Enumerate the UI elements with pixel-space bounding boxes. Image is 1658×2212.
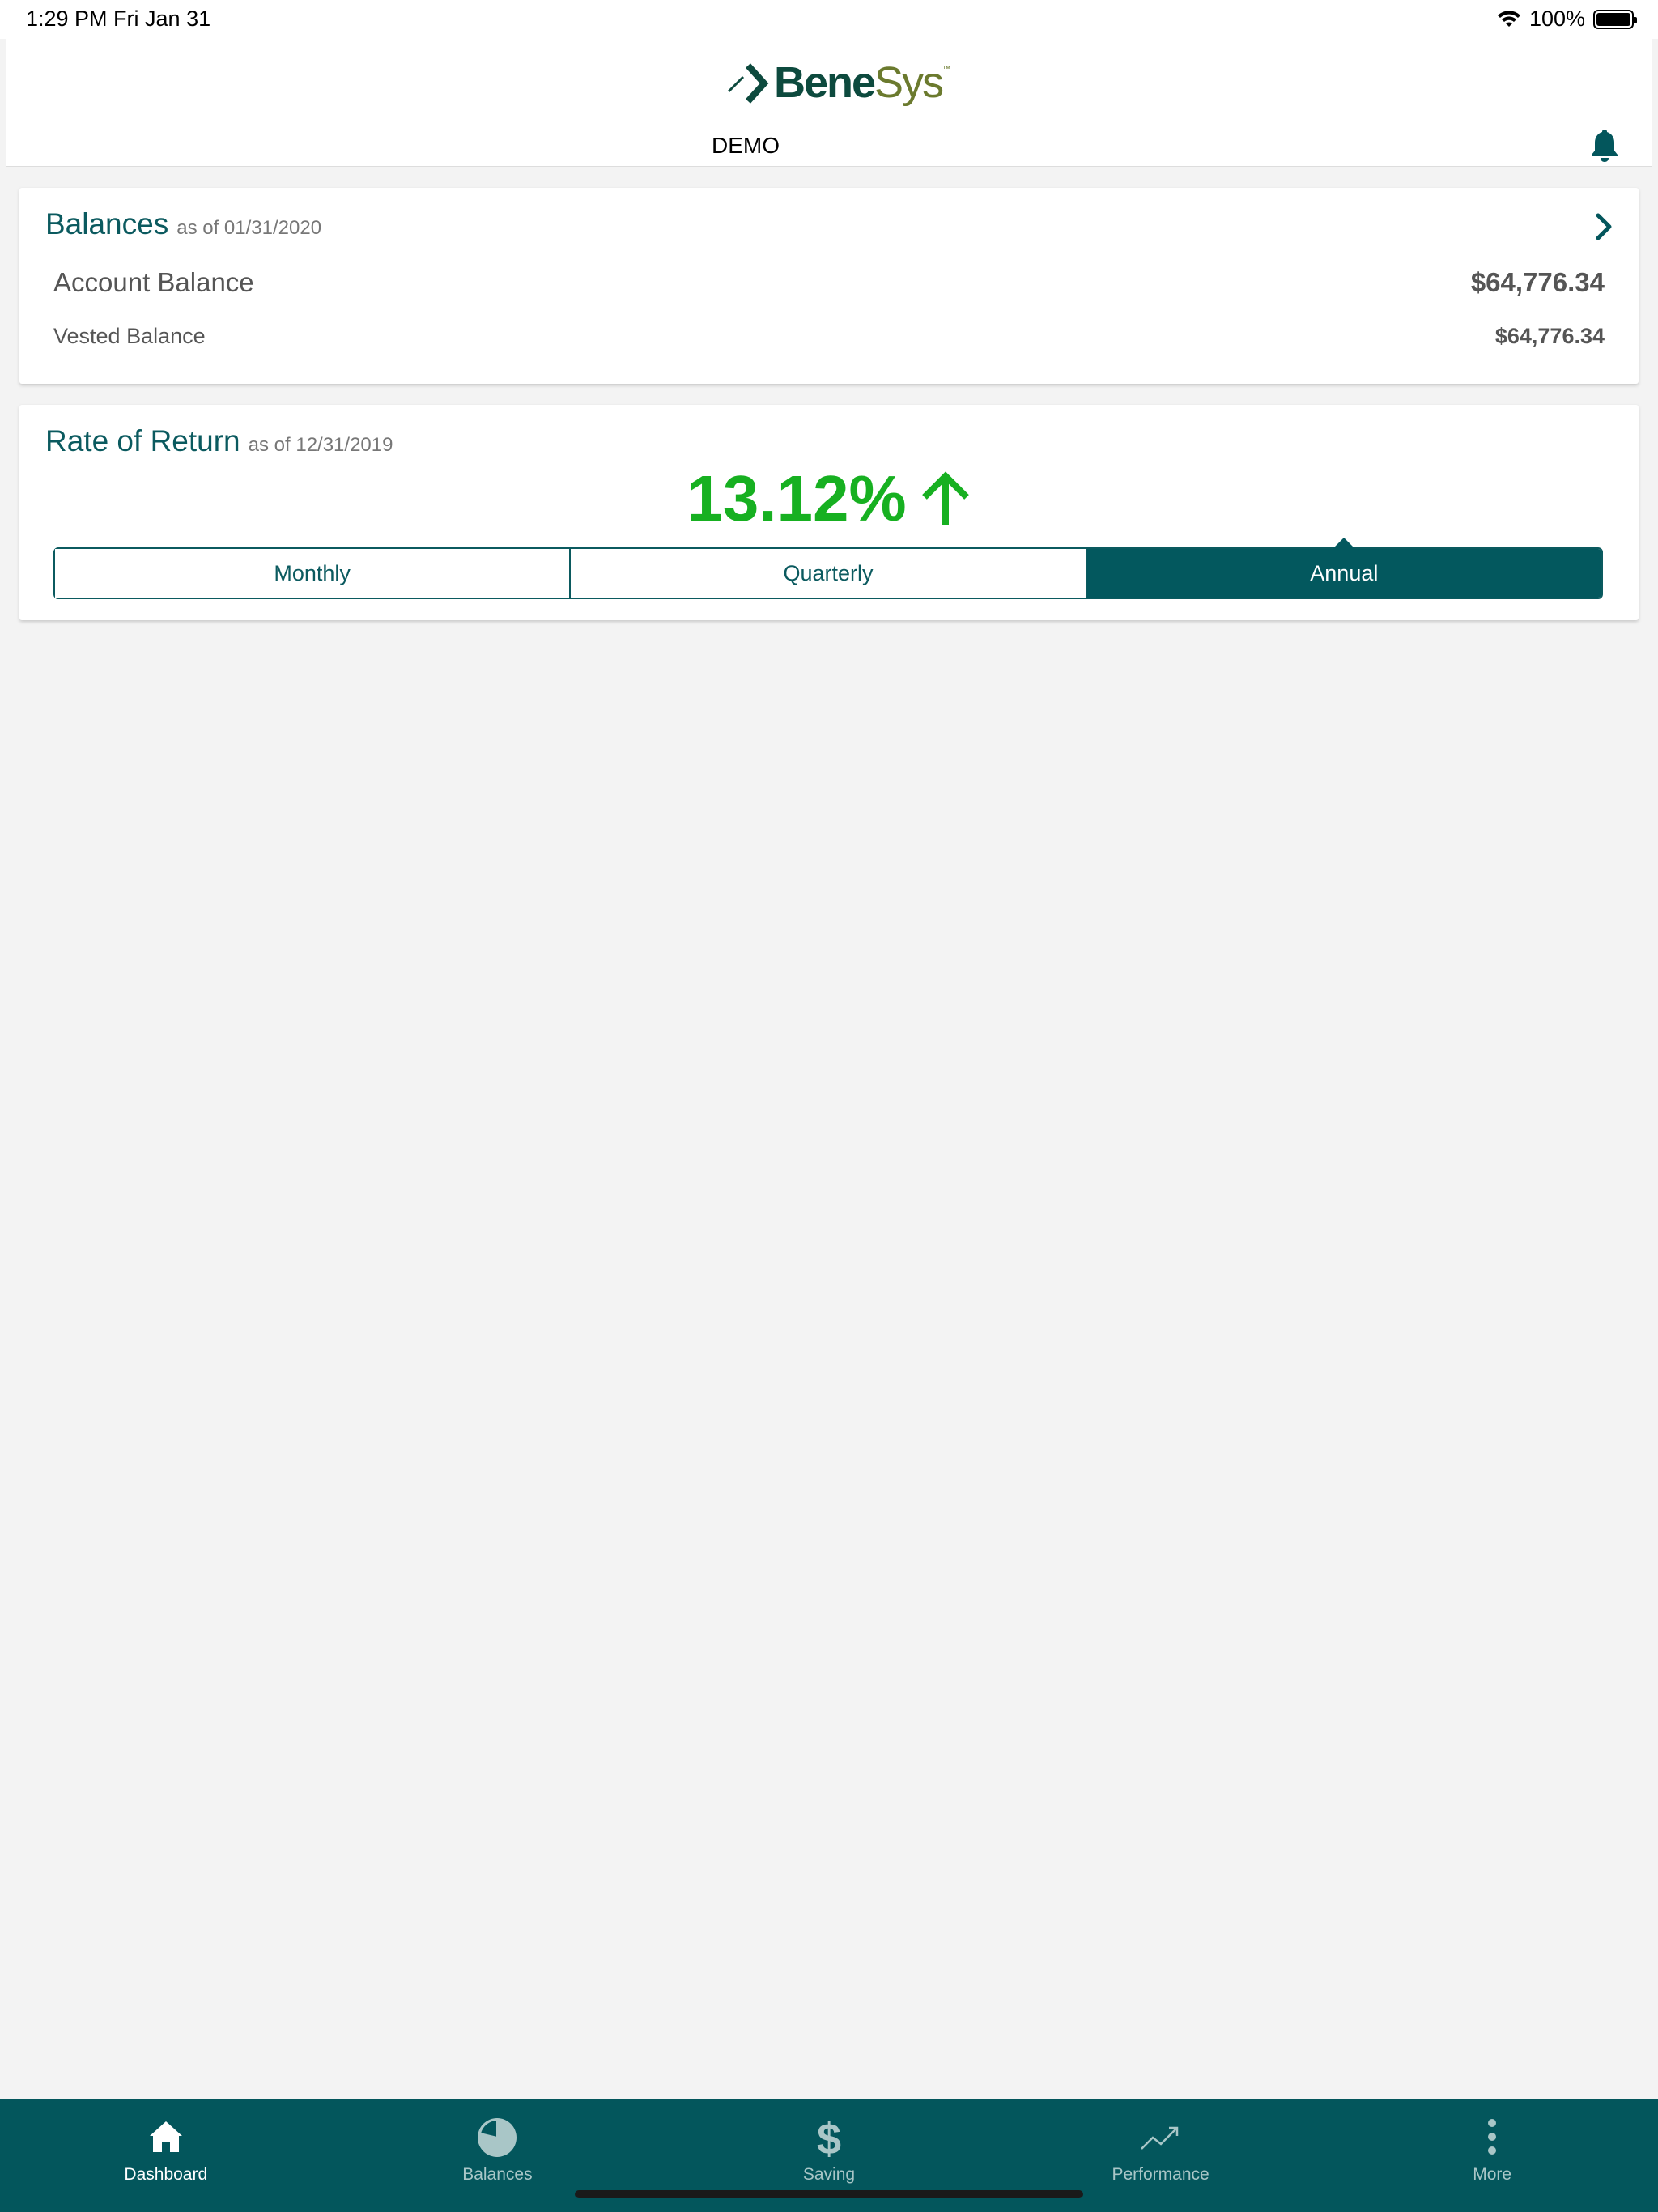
ror-period-selector: Monthly Quarterly Annual [53,538,1603,599]
trend-icon [1140,2126,1178,2150]
chevron-right-icon[interactable] [1592,211,1616,243]
nav-dashboard-label: Dashboard [124,2165,208,2184]
status-bar: 1:29 PM Fri Jan 31 100% [0,0,1658,39]
svg-text:$: $ [817,2116,841,2159]
tab-annual[interactable]: Annual [1085,538,1601,598]
home-indicator[interactable] [575,2190,1083,2198]
battery-percent: 100% [1528,6,1585,31]
nav-dashboard[interactable]: Dashboard [0,2099,332,2212]
pie-chart-icon [478,2118,517,2157]
rate-of-return-card: Rate of Return as of 12/31/2019 13.12% M… [19,405,1639,620]
battery-icon [1593,9,1637,29]
logo-text-sys: Sys [874,58,944,107]
logo-mark-icon [727,63,769,104]
account-balance-row: Account Balance $64,776.34 [53,267,1605,298]
page-title: DEMO [712,133,780,158]
ror-value-wrap: 13.12% [19,462,1639,536]
vested-balance-label: Vested Balance [53,324,206,348]
more-vertical-icon [1488,2119,1497,2155]
nav-more-label: More [1473,2165,1512,2184]
balances-card[interactable]: Balances as of 01/31/2020 Account Balanc… [19,188,1639,384]
ror-value: 13.12% [687,462,907,534]
app-header: Bene Sys ™ DEMO [6,39,1652,167]
balances-as-of: as of 01/31/2020 [176,217,322,239]
dollar-icon: $ [817,2116,841,2159]
tab-monthly[interactable]: Monthly [55,549,570,598]
ror-card-title: Rate of Return as of 12/31/2019 [45,424,393,458]
nav-saving-label: Saving [802,2165,856,2184]
home-icon [149,2121,182,2152]
ror-as-of: as of 12/31/2019 [248,434,393,456]
status-right: 100% [1497,6,1637,32]
nav-balances-label: Balances [462,2165,533,2184]
nav-performance-label: Performance [1112,2165,1209,2184]
wifi-icon [1497,10,1520,27]
balances-card-title: Balances as of 01/31/2020 [45,207,321,241]
vested-balance-value: $64,776.34 [1494,324,1605,348]
logo-tm: ™ [942,65,951,74]
logo-text-bene: Bene [774,58,876,107]
arrow-up-icon [921,471,969,525]
account-balance-label: Account Balance [53,267,254,297]
balances-title: Balances [45,207,169,240]
account-balance-value: $64,776.34 [1470,267,1605,297]
nav-more[interactable]: More [1326,2099,1658,2212]
status-time: 1:29 PM Fri Jan 31 [26,6,211,31]
vested-balance-row: Vested Balance $64,776.34 [53,324,1605,349]
bell-icon[interactable] [1588,128,1621,164]
ror-title: Rate of Return [45,424,240,457]
benesys-logo: Bene Sys ™ [727,57,950,108]
tab-quarterly[interactable]: Quarterly [569,549,1086,598]
